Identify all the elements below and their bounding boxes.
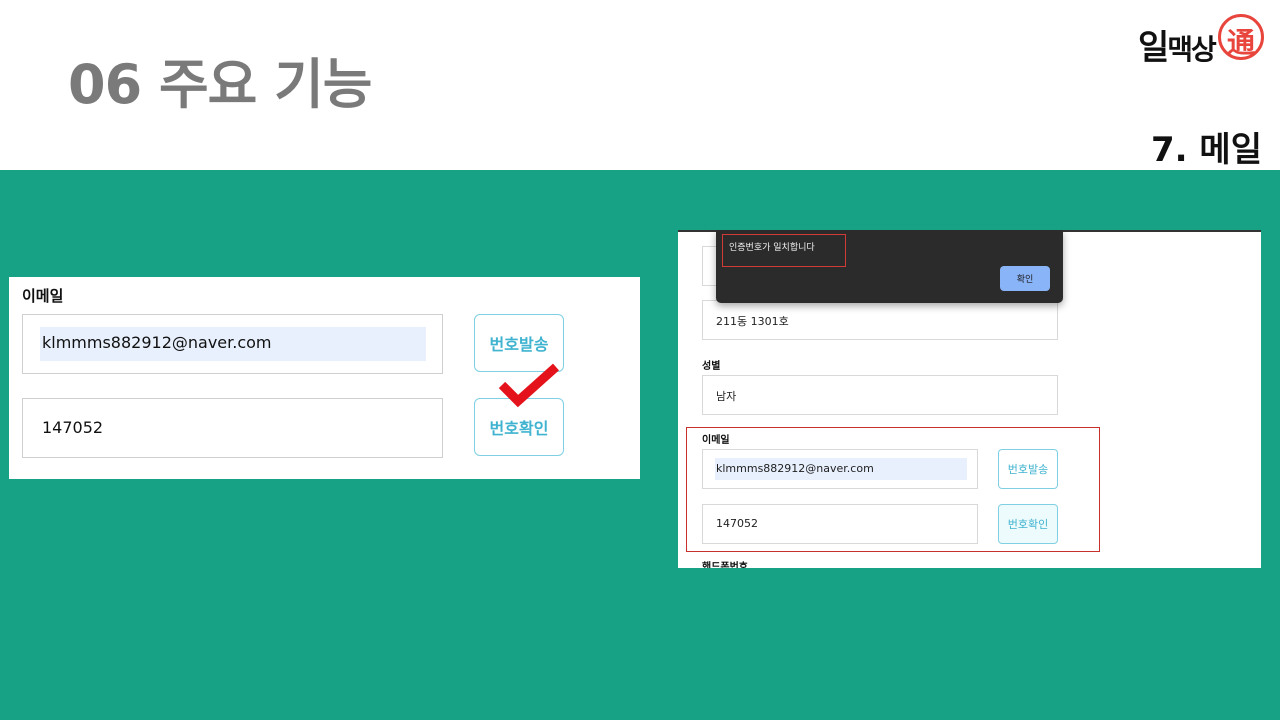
code-value: 147052 (716, 517, 758, 530)
email-field[interactable]: klmmms882912@naver.com (702, 449, 978, 489)
address-detail-field[interactable]: 211동 1301호 (702, 300, 1058, 340)
phone-label: 핸드폰번호 (702, 562, 748, 568)
email-label: 이메일 (702, 435, 730, 446)
email-value: klmmms882912@naver.com (716, 462, 874, 475)
code-value: 147052 (42, 418, 104, 437)
email-value: klmmms882912@naver.com (42, 333, 272, 352)
email-label: 이메일 (22, 287, 64, 305)
dialog-message: 인증번호가 일치합니다 (729, 243, 815, 253)
verification-code-field[interactable]: 147052 (702, 504, 978, 544)
email-field[interactable]: klmmms882912@naver.com (22, 314, 443, 374)
alert-dialog: 인증번호가 일치합니다 확인 (716, 230, 1063, 303)
verification-code-field[interactable]: 147052 (22, 398, 443, 458)
logo: 일맥상 通 (1138, 12, 1266, 68)
partial-field (702, 246, 716, 286)
send-code-button[interactable]: 번호발송 (998, 449, 1058, 489)
section-subtitle: 7. 메일 (1151, 130, 1262, 170)
email-zoom-panel: 이메일 klmmms882912@naver.com 번호발송 147052 번… (9, 277, 640, 479)
page-title: 06 주요 기능 (68, 53, 372, 116)
logo-seal-icon: 通 (1218, 14, 1264, 60)
dialog-ok-button[interactable]: 확인 (1000, 266, 1050, 291)
confirm-code-button[interactable]: 번호확인 (998, 504, 1058, 544)
address-value: 211동 1301호 (716, 315, 789, 328)
gender-label: 성별 (702, 361, 721, 372)
checkmark-icon (498, 363, 560, 408)
gender-value: 남자 (716, 390, 737, 403)
form-screenshot: 211동 1301호 성별 남자 이메일 klmmms882912@naver.… (678, 230, 1261, 568)
gender-field[interactable]: 남자 (702, 375, 1058, 415)
logo-text: 일맥상 (1138, 28, 1217, 68)
